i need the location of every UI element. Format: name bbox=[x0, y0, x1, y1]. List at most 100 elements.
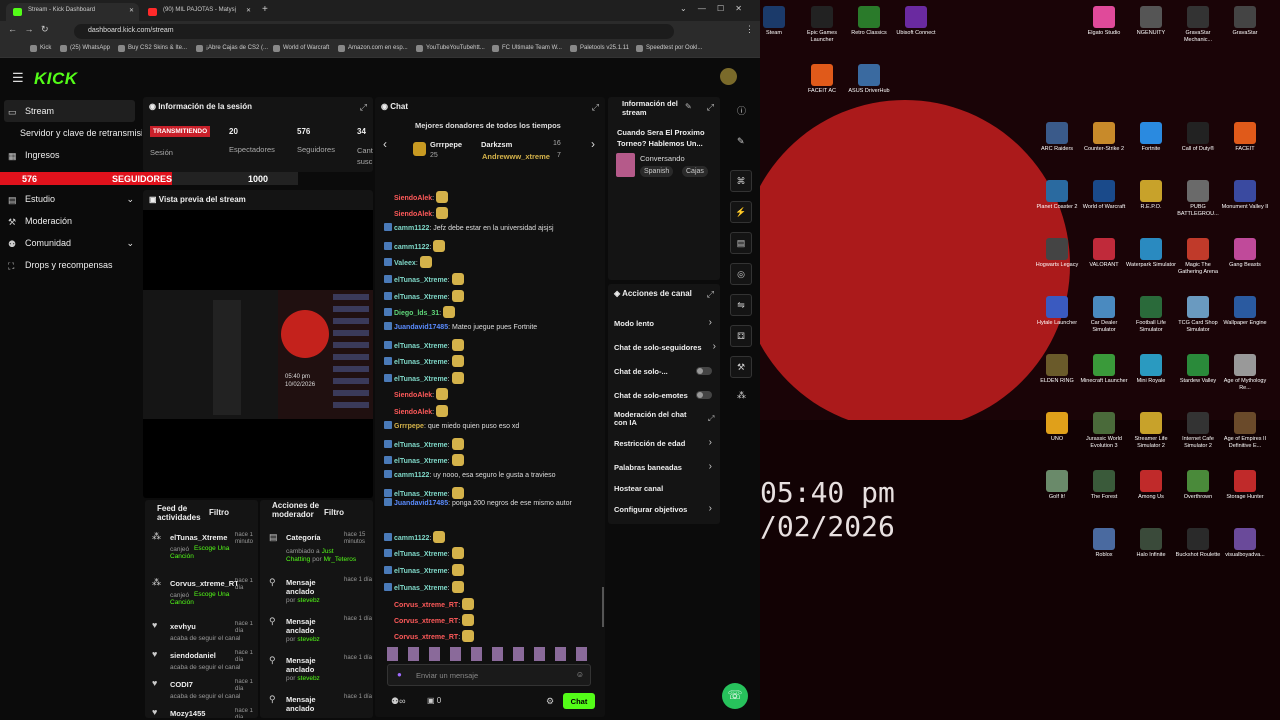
desktop-icon[interactable]: Halo Infinite bbox=[1126, 528, 1176, 559]
chat-settings-icon[interactable]: ⚙ bbox=[546, 696, 554, 707]
chat-username[interactable]: elTunas_Xtreme bbox=[394, 277, 448, 284]
close-window-icon[interactable]: ✕ bbox=[735, 4, 742, 13]
filter-button[interactable]: Filtro bbox=[324, 508, 344, 517]
sidebar-item-studio[interactable]: ▤ Estudio ⌄ bbox=[8, 194, 134, 205]
desktop-icon[interactable]: Stardew Valley bbox=[1173, 354, 1223, 385]
chat-username[interactable]: camm1122 bbox=[394, 244, 429, 251]
popout-icon[interactable]: ⤢ bbox=[592, 102, 599, 113]
chat-username[interactable]: elTunas_Xtreme bbox=[394, 359, 448, 366]
emotes-only-toggle[interactable] bbox=[696, 391, 712, 399]
desktop-icon[interactable]: Monument Valley II bbox=[1220, 180, 1270, 211]
sidebar-item-moderation[interactable]: ⚒ Moderación bbox=[8, 216, 72, 227]
tab-close-icon[interactable]: ✕ bbox=[129, 7, 134, 14]
chat-username[interactable]: elTunas_Xtreme bbox=[394, 343, 448, 350]
desktop-icon[interactable]: Retro Classics bbox=[844, 6, 894, 37]
feed-user[interactable]: Corvus_xtreme_RT bbox=[170, 579, 238, 588]
desktop-icon[interactable]: ARC Raiders bbox=[1032, 122, 1082, 153]
desktop-icon[interactable]: ELDEN RING bbox=[1032, 354, 1082, 385]
bookmark-item[interactable]: FC Ultimate Team W... bbox=[492, 45, 562, 52]
chat-username[interactable]: Juandavid17485 bbox=[394, 324, 448, 331]
banned-words-action[interactable]: Palabras baneadas bbox=[614, 463, 682, 472]
desktop-icon[interactable]: PUBG BATTLEGROU... bbox=[1173, 180, 1223, 218]
browser-menu-icon[interactable]: ⋮ bbox=[745, 24, 754, 35]
desktop-icon[interactable]: ASUS DriverHub bbox=[844, 64, 894, 95]
chat-username[interactable]: elTunas_Xtreme bbox=[394, 491, 448, 498]
desktop-icon[interactable]: TCG Card Shop Simulator bbox=[1173, 296, 1223, 334]
chat-username[interactable]: SiendoAlek bbox=[394, 392, 432, 399]
send-chat-button[interactable]: Chat bbox=[563, 693, 595, 709]
desktop-icon[interactable]: Planet Coaster 2 bbox=[1032, 180, 1082, 211]
ai-moderation-action[interactable]: Moderación del chat con IA bbox=[614, 411, 700, 427]
quick-action-button[interactable]: ⚃ bbox=[730, 325, 752, 347]
desktop-icon[interactable]: Hytale Launcher bbox=[1032, 296, 1082, 327]
chat-input[interactable]: ● Enviar un mensaje ☺ bbox=[387, 664, 591, 686]
desktop-icon[interactable]: Elgato Studio bbox=[1079, 6, 1129, 37]
chat-username[interactable]: elTunas_Xtreme bbox=[394, 376, 448, 383]
sidebar-item-income[interactable]: ▦ Ingresos bbox=[8, 150, 60, 161]
chat-username[interactable]: elTunas_Xtreme bbox=[394, 551, 448, 558]
chat-scrollbar[interactable] bbox=[602, 587, 604, 627]
feed-user[interactable]: xevhyu bbox=[170, 622, 238, 631]
quick-action-button[interactable]: ◎ bbox=[730, 263, 752, 285]
chat-username[interactable]: Grrrpepe bbox=[394, 423, 424, 430]
desktop-icon[interactable]: Fortnite bbox=[1126, 122, 1176, 153]
quick-action-button[interactable]: ⚡ bbox=[730, 201, 752, 223]
chat-username[interactable]: elTunas_Xtreme bbox=[394, 442, 448, 449]
minimize-icon[interactable]: — bbox=[698, 4, 706, 13]
set-goals-action[interactable]: Configurar objetivos bbox=[614, 505, 687, 514]
desktop-icon[interactable]: VALORANT bbox=[1079, 238, 1129, 269]
donors-prev-icon[interactable]: ‹ bbox=[383, 137, 387, 151]
feed-user[interactable]: Mozy1455 bbox=[170, 709, 238, 718]
edit-icon[interactable]: ✎ bbox=[685, 102, 692, 111]
tab-youtube[interactable]: (90) MIL PAJOTAS - Matysi̧ ✕ bbox=[141, 3, 256, 21]
chat-username[interactable]: Juandavid17485 bbox=[394, 500, 448, 507]
desktop-icon[interactable]: R.E.P.O. bbox=[1126, 180, 1176, 211]
sidebar-item-community[interactable]: ⚉ Comunidad ⌄ bbox=[8, 238, 134, 249]
stream-preview-video[interactable]: 05:40 pm 10/02/2026 bbox=[143, 290, 373, 419]
desktop-icon[interactable]: The Forest bbox=[1079, 470, 1129, 501]
desktop-icon[interactable]: Jurassic World Evolution 3 bbox=[1079, 412, 1129, 450]
tag-chip[interactable]: Spanish bbox=[640, 166, 674, 177]
desktop-icon[interactable]: Mini Royale bbox=[1126, 354, 1176, 385]
emoji-icon[interactable]: ☺ bbox=[576, 670, 584, 679]
filter-button[interactable]: Filtro bbox=[209, 508, 229, 517]
chat-username[interactable]: Corvus_xtreme_RT bbox=[394, 602, 458, 609]
bookmark-item[interactable]: (25) WhatsApp bbox=[60, 45, 110, 52]
desktop-icon[interactable]: Football Life Simulator bbox=[1126, 296, 1176, 334]
desktop-icon[interactable]: GravaStar bbox=[1220, 6, 1270, 37]
age-restriction-action[interactable]: Restricción de edad bbox=[614, 439, 685, 448]
detail-highlight[interactable]: Mr_Teteros bbox=[324, 556, 357, 563]
desktop-icon[interactable]: NGENUITY bbox=[1126, 6, 1176, 37]
feed-user[interactable]: siendodaniel bbox=[170, 651, 238, 660]
desktop-icon[interactable]: FACEIT AC bbox=[797, 64, 847, 95]
tab-search-icon[interactable]: ⌄ bbox=[680, 4, 687, 13]
chat-username[interactable]: Corvus_xtreme_RT bbox=[394, 618, 458, 625]
desktop-icon[interactable]: FACEIT bbox=[1220, 122, 1270, 153]
subs-only-toggle[interactable] bbox=[696, 367, 712, 375]
chat-users-icon[interactable]: ⚉∞ bbox=[391, 696, 405, 707]
desktop-icon[interactable]: Overthrown bbox=[1173, 470, 1223, 501]
desktop-icon[interactable]: Epic Games Launcher bbox=[797, 6, 847, 44]
desktop-icon[interactable]: Magic The Gathering Arena bbox=[1173, 238, 1223, 276]
desktop-icon[interactable]: GravaStar Mechanic... bbox=[1173, 6, 1223, 44]
popout-icon[interactable]: ⤢ bbox=[707, 102, 714, 113]
desktop-icon[interactable]: Counter-Strike 2 bbox=[1079, 122, 1129, 153]
popout-icon[interactable]: ⤢ bbox=[707, 289, 714, 300]
detail-highlight[interactable]: stevebz bbox=[297, 636, 319, 643]
reload-icon[interactable]: ↻ bbox=[41, 24, 49, 34]
desktop-icon[interactable]: Golf It! bbox=[1032, 470, 1082, 501]
slow-mode-action[interactable]: Modo lento bbox=[614, 319, 654, 328]
donors-next-icon[interactable]: › bbox=[591, 137, 595, 151]
chat-username[interactable]: camm1122 bbox=[394, 225, 429, 232]
desktop-icon[interactable]: Steam bbox=[760, 6, 799, 37]
tag-chip[interactable]: Cajas bbox=[682, 166, 708, 177]
bookmark-item[interactable]: Speedtest por Ookl... bbox=[636, 45, 702, 52]
desktop-icon[interactable]: Minecraft Launcher bbox=[1079, 354, 1129, 385]
help-chat-button[interactable]: ☏ bbox=[722, 683, 748, 709]
quick-action-button[interactable]: ⌘ bbox=[730, 170, 752, 192]
desktop-icon[interactable]: Hogwarts Legacy bbox=[1032, 238, 1082, 269]
info-icon[interactable]: ⓘ bbox=[737, 104, 746, 117]
desktop-icon[interactable]: Storage Hunter bbox=[1220, 470, 1270, 501]
desktop-icon[interactable]: Wallpaper Engine bbox=[1220, 296, 1270, 327]
maximize-icon[interactable]: ☐ bbox=[717, 4, 724, 13]
